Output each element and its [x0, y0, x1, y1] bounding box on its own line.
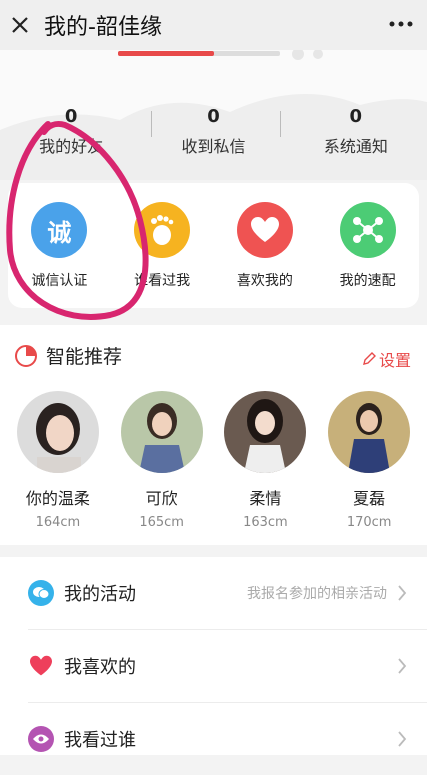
quick-action-label: 谁看过我: [134, 273, 191, 289]
pencil-icon: [363, 352, 376, 365]
avatar: [328, 391, 411, 473]
menu-list: 我的活动 我报名参加的相亲活动 我喜欢的 我看过谁: [0, 557, 427, 755]
footprint-icon: [134, 202, 191, 258]
person-name: 柔情: [249, 489, 282, 508]
avatar: [16, 391, 99, 473]
stat-label: 系统通知: [323, 137, 388, 156]
quick-action-label: 我的速配: [339, 273, 396, 289]
quick-actions-card: 诚 诚信认证 谁看过我 喜欢我的 我的速配: [8, 183, 419, 308]
person-name: 可欣: [145, 489, 178, 508]
recommend-person[interactable]: 柔情 163cm: [220, 391, 310, 530]
menu-item-my-activities[interactable]: 我的活动 我报名参加的相亲活动: [28, 557, 427, 630]
profile-progress-bar: [118, 51, 280, 56]
menu-label: 我喜欢的: [64, 657, 136, 678]
chat-bubbles-icon: [28, 580, 54, 606]
menu-item-my-likes[interactable]: 我喜欢的: [28, 630, 427, 703]
stat-friends[interactable]: 0 我的好友: [0, 105, 142, 165]
stat-value: 0: [64, 106, 78, 127]
profile-progress-fill: [118, 51, 214, 56]
more-button[interactable]: [389, 12, 413, 36]
close-icon: [12, 17, 28, 33]
stat-value: 0: [349, 106, 363, 127]
stats-row: 0 我的好友 0 收到私信 0 系统通知: [0, 105, 427, 165]
menu-label: 我的活动: [64, 584, 136, 605]
page-title: 我的-韶佳缘: [44, 15, 162, 40]
quick-action-label: 诚信认证: [31, 273, 88, 289]
quick-action-verify[interactable]: 诚 诚信认证: [9, 183, 109, 290]
avatar: [224, 391, 307, 473]
recommend-person[interactable]: 你的温柔 164cm: [13, 391, 103, 530]
radar-icon: [15, 344, 37, 367]
stat-value: 0: [207, 106, 220, 127]
chevron-right-icon: [398, 731, 407, 747]
stat-messages[interactable]: 0 收到私信: [142, 105, 284, 165]
verify-icon-text: 诚: [47, 218, 72, 247]
recommend-header: 智能推荐: [14, 342, 122, 369]
chevron-right-icon: [398, 658, 407, 674]
settings-label: 设置: [378, 351, 411, 370]
person-height: 164cm: [35, 515, 81, 530]
recommend-list: 你的温柔 164cm 可欣 165cm 柔情 163cm 夏磊 170cm: [0, 391, 427, 530]
avatar: [120, 391, 203, 473]
recommend-section: 智能推荐 设置 你的温柔 164cm 可欣 165cm 柔情 163cm 夏磊 …: [0, 325, 427, 545]
match-icon: [339, 202, 396, 258]
chevron-right-icon: [398, 585, 407, 601]
person-height: 163cm: [243, 515, 288, 530]
quick-action-liked-me[interactable]: 喜欢我的: [215, 183, 315, 290]
quick-action-label: 喜欢我的: [236, 273, 293, 289]
heart-icon: [28, 653, 54, 679]
heart-icon: [236, 202, 293, 258]
stat-notifications[interactable]: 0 系统通知: [285, 105, 427, 165]
menu-hint: 我报名参加的相亲活动: [247, 586, 387, 602]
person-height: 170cm: [346, 515, 392, 530]
top-bar: 我的-韶佳缘: [0, 0, 427, 50]
recommend-settings-button[interactable]: 设置: [362, 347, 411, 371]
more-icon: [389, 21, 413, 27]
recommend-person[interactable]: 可欣 165cm: [117, 391, 207, 530]
divider: [280, 111, 281, 137]
person-name: 夏磊: [353, 489, 386, 508]
stat-label: 收到私信: [181, 137, 246, 156]
quick-action-match[interactable]: 我的速配: [318, 183, 418, 290]
eye-icon: [28, 726, 54, 752]
stat-label: 我的好友: [39, 137, 104, 156]
verify-icon: 诚: [31, 202, 88, 258]
menu-label: 我看过谁: [64, 730, 136, 751]
close-button[interactable]: [0, 0, 40, 50]
person-height: 165cm: [139, 515, 184, 530]
person-name: 你的温柔: [25, 489, 90, 508]
recommend-person[interactable]: 夏磊 170cm: [324, 391, 414, 530]
menu-item-viewed[interactable]: 我看过谁: [28, 703, 427, 775]
recommend-title: 智能推荐: [46, 346, 123, 368]
quick-action-visitors[interactable]: 谁看过我: [112, 183, 212, 290]
